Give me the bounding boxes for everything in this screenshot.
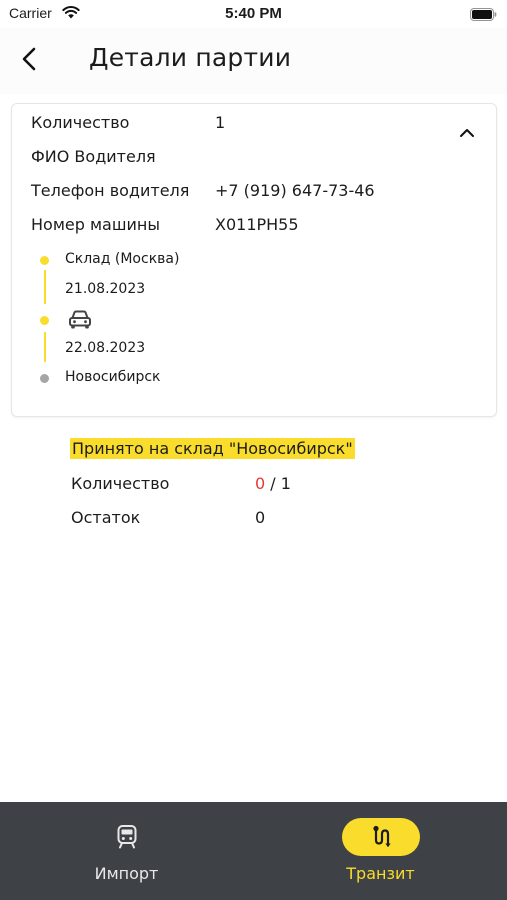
car-number-value: Х011РН55 [215, 215, 299, 234]
nav-transit-label: Транзит [346, 864, 415, 883]
origin-dot-icon [40, 256, 49, 265]
bottom-navigation: Импорт Транзит [0, 802, 507, 900]
origin-date: 21.08.2023 [65, 281, 146, 297]
back-button[interactable] [14, 44, 44, 74]
remainder-label: Остаток [71, 508, 141, 527]
transit-date: 22.08.2023 [65, 340, 146, 356]
page-title: Детали партии [89, 43, 292, 72]
nav-tab-import[interactable]: Импорт [0, 802, 253, 900]
nav-transit-pill [341, 818, 420, 856]
timeline-connector [44, 270, 46, 304]
app-header: Детали партии [0, 28, 507, 94]
accepted-quantity-value: 0 / 1 [255, 474, 291, 493]
chevron-up-icon [460, 129, 474, 137]
driver-phone-value: +7 (919) 647-73-46 [215, 181, 375, 200]
nav-import-label: Импорт [94, 864, 159, 883]
chevron-left-icon [22, 47, 36, 71]
accepted-status-banner: Принято на склад "Новосибирск" [70, 438, 355, 459]
remainder-value: 0 [255, 508, 266, 527]
destination-warehouse: Новосибирск [65, 369, 161, 385]
car-icon [68, 309, 92, 335]
remainder-row: Остаток 0 [71, 508, 265, 527]
driver-name-label: ФИО Водителя [31, 147, 156, 166]
status-bar: Carrier 5:40 PM [0, 0, 507, 28]
transit-dot-icon [40, 316, 49, 325]
status-time: 5:40 PM [225, 5, 282, 22]
route-icon [372, 825, 391, 847]
battery-icon [470, 6, 497, 25]
quantity-label: Количество [31, 113, 130, 132]
destination-dot-icon [40, 374, 49, 383]
batch-details-card: Количество 1 ФИО Водителя Телефон водите… [11, 103, 497, 417]
nav-tab-transit[interactable]: Транзит [254, 802, 507, 900]
nav-import-icon-wrap [88, 818, 166, 856]
timeline-connector-2 [44, 332, 46, 362]
quantity-total: / 1 [270, 474, 291, 493]
accepted-quantity-row: Количество 0 / 1 [71, 474, 291, 493]
quantity-received: 0 [255, 474, 266, 493]
accepted-quantity-label: Количество [71, 474, 170, 493]
train-icon [117, 825, 136, 849]
driver-phone-label: Телефон водителя [31, 181, 190, 200]
origin-warehouse: Склад (Москва) [65, 251, 180, 267]
collapse-button[interactable] [456, 122, 478, 144]
quantity-value: 1 [215, 113, 226, 132]
car-number-label: Номер машины [31, 215, 160, 234]
